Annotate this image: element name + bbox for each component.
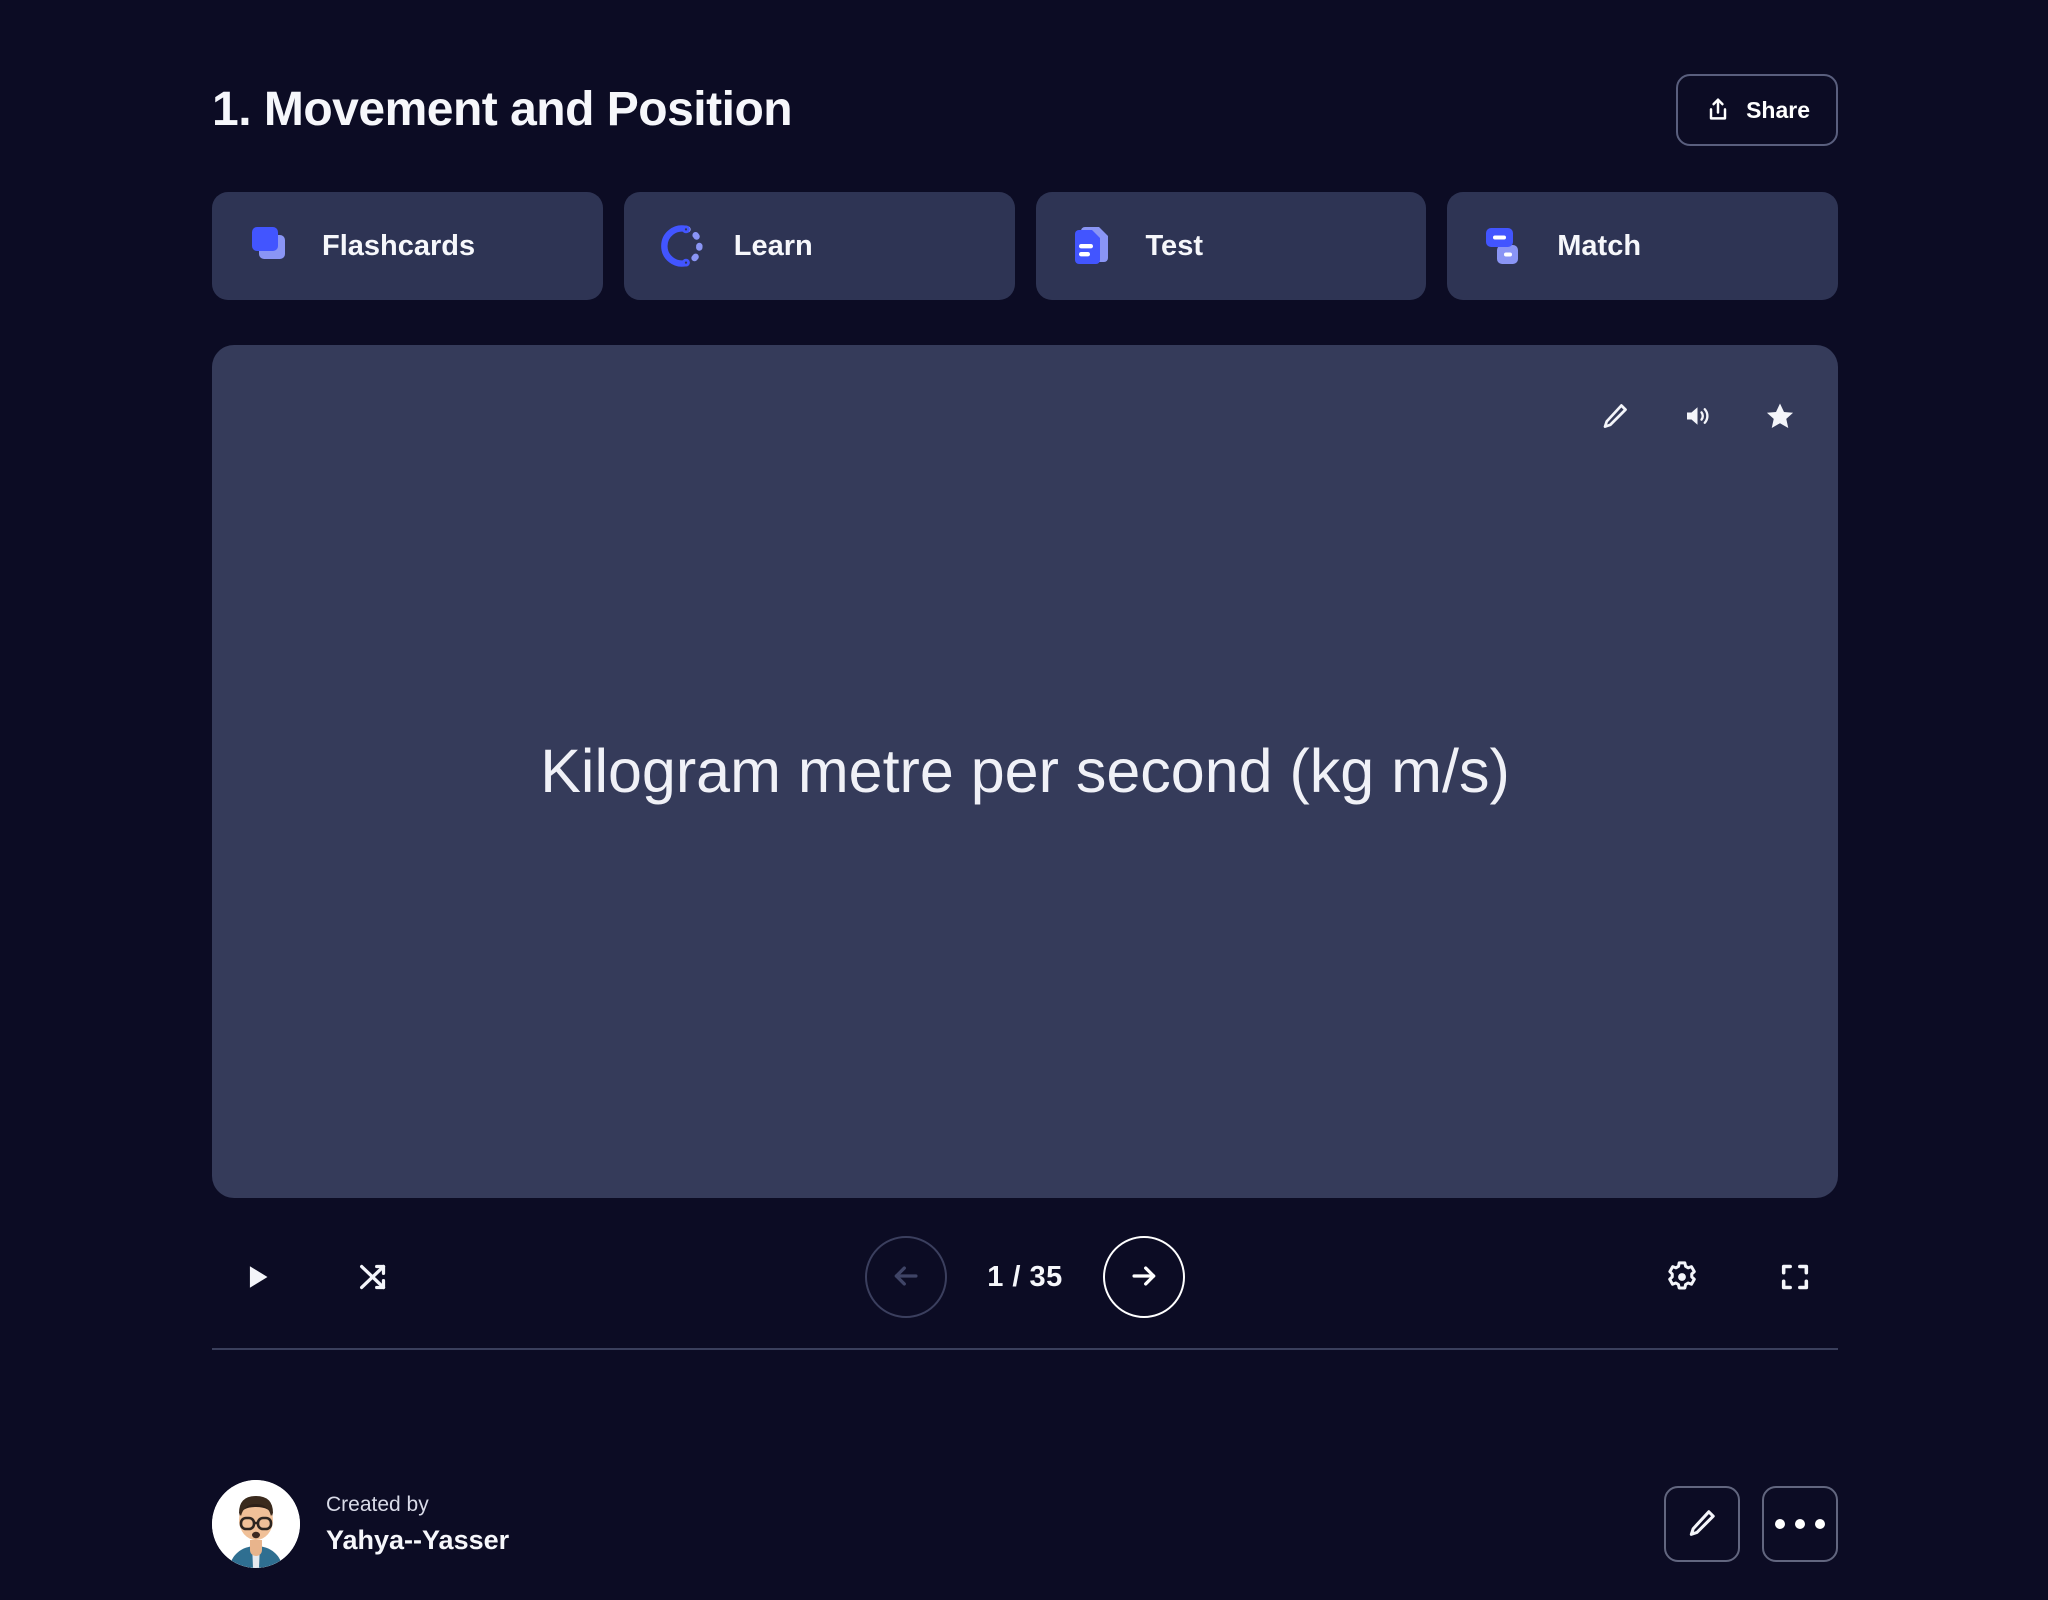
footer-actions <box>1664 1486 1838 1562</box>
fullscreen-button[interactable] <box>1778 1260 1812 1294</box>
avatar[interactable] <box>212 1480 300 1568</box>
flashcard-controls: 1 / 35 <box>212 1222 1838 1332</box>
controls-right-group <box>1664 1222 1812 1332</box>
tab-test-label: Test <box>1145 229 1203 262</box>
tab-learn[interactable]: Learn <box>623 192 1015 300</box>
share-button[interactable]: Share <box>1676 74 1838 146</box>
mode-tabs: Flashcards Learn Test Match <box>212 192 1838 300</box>
tab-match-label: Match <box>1557 229 1642 262</box>
tab-flashcards-label: Flashcards <box>322 229 476 262</box>
two-tiles-icon <box>1479 220 1531 272</box>
card-navigation: 1 / 35 <box>865 1222 1185 1332</box>
section-divider <box>212 1348 1838 1350</box>
tab-match[interactable]: Match <box>1447 192 1838 300</box>
share-button-label: Share <box>1746 96 1810 123</box>
play-audio-button[interactable] <box>1682 401 1712 431</box>
page-footer: Created by Yahya--Yasser <box>212 1472 1838 1576</box>
pencil-icon <box>1686 1507 1718 1542</box>
controls-left-group <box>240 1222 390 1332</box>
author-text: Created by Yahya--Yasser <box>326 1493 509 1556</box>
settings-button[interactable] <box>1664 1259 1700 1295</box>
arrow-right-icon <box>1127 1259 1161 1296</box>
flashcard[interactable]: Kilogram metre per second (kg m/s) <box>212 345 1838 1198</box>
share-upload-icon <box>1704 96 1732 124</box>
stacked-cards-icon <box>244 220 296 272</box>
arrow-left-icon <box>889 1259 923 1296</box>
tab-test[interactable]: Test <box>1035 192 1427 300</box>
author-block: Created by Yahya--Yasser <box>212 1480 509 1568</box>
page-header: 1. Movement and Position Share <box>212 70 1838 150</box>
ellipsis-icon <box>1775 1519 1825 1529</box>
flashcard-term: Kilogram metre per second (kg m/s) <box>540 737 1510 806</box>
created-by-label: Created by <box>326 1492 429 1516</box>
author-name[interactable]: Yahya--Yasser <box>326 1525 509 1556</box>
edit-set-button[interactable] <box>1664 1486 1740 1562</box>
play-button[interactable] <box>240 1260 274 1294</box>
flashcard-actions <box>1600 400 1796 432</box>
card-counter: 1 / 35 <box>987 1260 1063 1293</box>
document-lines-icon <box>1068 220 1120 272</box>
next-card-button[interactable] <box>1103 1236 1185 1318</box>
tab-flashcards[interactable]: Flashcards <box>212 192 603 300</box>
progress-circle-icon <box>656 220 708 272</box>
tab-learn-label: Learn <box>733 229 813 262</box>
more-options-button[interactable] <box>1762 1486 1838 1562</box>
edit-card-button[interactable] <box>1600 401 1630 431</box>
flashcard-study-page: 1. Movement and Position Share Flashcard… <box>0 0 2048 1600</box>
page-title: 1. Movement and Position <box>212 83 793 136</box>
shuffle-button[interactable] <box>356 1260 390 1294</box>
star-card-button[interactable] <box>1764 400 1796 432</box>
previous-card-button[interactable] <box>865 1236 947 1318</box>
